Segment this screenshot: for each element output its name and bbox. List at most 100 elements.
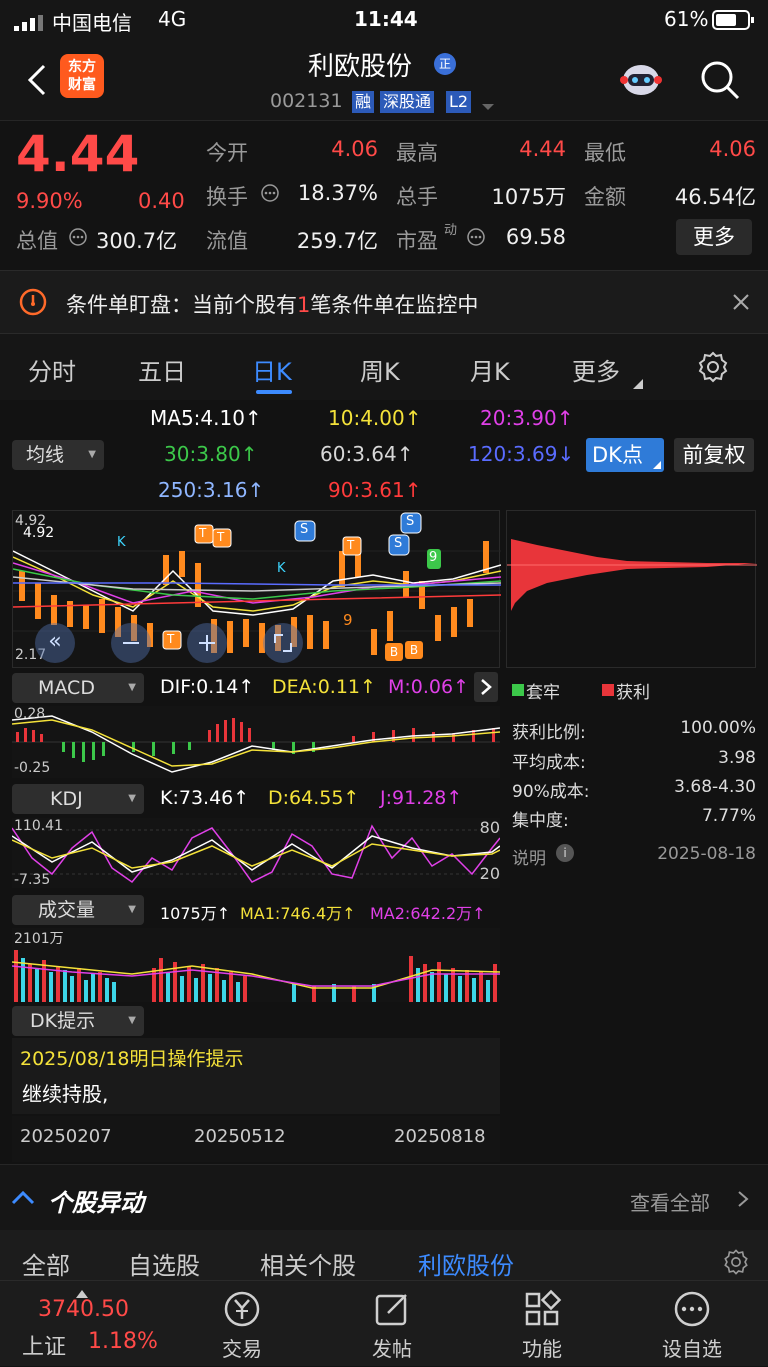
back-icon[interactable]: [24, 60, 52, 100]
stat-turnover-value: 18.37%: [297, 181, 378, 205]
subtab-watchlist[interactable]: 自选股: [128, 1246, 200, 1281]
stat-pe-sup: 动: [444, 223, 458, 238]
chevron-down-icon: ▼: [88, 449, 96, 460]
nine-marker: 9: [429, 550, 438, 565]
corner-triangle-icon: [653, 461, 661, 469]
nav-trade[interactable]: 交易: [192, 1289, 292, 1362]
index-value: 3740.50: [38, 1297, 129, 1322]
ma-selector-label: 均线: [26, 444, 65, 466]
macd-selector-label: MACD: [38, 677, 95, 699]
period-tabs: 分时 五日 日K 周K 月K 更多: [0, 334, 768, 400]
nine-marker: 9: [343, 611, 353, 629]
condition-alert-bar[interactable]: 条件单盯盘：当前个股有1笔条件单在监控中: [0, 270, 768, 334]
kline-chart[interactable]: 4.92 4.92 2.17 T T T T S S S 9 9 K K B B…: [12, 510, 502, 668]
kdj-chart[interactable]: 110.41 -7.35 80 20: [11, 818, 501, 888]
fullscreen-icon[interactable]: [263, 623, 303, 663]
nav-functions-label: 功能: [522, 1337, 562, 1361]
kdj-selector[interactable]: KDJ ▼: [12, 784, 144, 814]
more-button[interactable]: 更多: [676, 219, 752, 255]
close-icon[interactable]: [732, 293, 750, 311]
triangle-up-icon: [76, 1283, 88, 1298]
dk-hint-body: 继续持股,: [22, 1082, 109, 1106]
subtab-related[interactable]: 相关个股: [260, 1246, 356, 1281]
index-name: 上证: [22, 1335, 67, 1360]
zoom-in-icon[interactable]: [187, 623, 227, 663]
tag-level2: L2: [446, 91, 472, 113]
movement-sub-tabs: 全部 自选股 相关个股 利欧股份: [0, 1230, 768, 1280]
legend-profit: 获利: [616, 683, 650, 703]
chip-concentration-label: 集中度:: [512, 811, 569, 831]
total-mv-value: 300.7亿: [96, 229, 178, 253]
brand-logo[interactable]: 东方 财富: [60, 54, 104, 98]
volume-y-top: 2101万: [14, 931, 64, 947]
movement-section-header[interactable]: 个股异动 查看全部: [0, 1164, 768, 1230]
macd-selector[interactable]: MACD ▼: [12, 673, 144, 703]
change-amount: 0.40: [138, 189, 185, 213]
settings-gear-icon[interactable]: [722, 1248, 750, 1276]
k-marker: K: [117, 535, 126, 550]
macd-m: M:0.06↑: [388, 676, 470, 698]
dk-hint-selector[interactable]: DK提示 ▼: [12, 1006, 144, 1036]
total-mv-label: 总值: [16, 229, 58, 253]
network-type: 4G: [158, 7, 187, 31]
info-dots-icon[interactable]: [68, 227, 88, 247]
ma60-label: 60:3.64↑: [320, 442, 414, 466]
stat-open-label: 今开: [206, 141, 248, 165]
sell-marker: S: [406, 514, 415, 529]
dk-point-button[interactable]: DK点: [586, 438, 664, 472]
nav-trade-label: 交易: [222, 1337, 262, 1361]
stat-pe-label: 市盈: [396, 229, 438, 253]
subtab-current-stock[interactable]: 利欧股份: [418, 1246, 514, 1281]
subtab-all[interactable]: 全部: [22, 1246, 70, 1281]
chip-canvas: [507, 539, 757, 611]
battery-icon: [712, 10, 756, 30]
stat-pe-value: 69.58: [505, 225, 566, 249]
nav-functions[interactable]: 功能: [492, 1289, 592, 1362]
stat-float-label: 流值: [206, 229, 248, 253]
tab-weekly-k[interactable]: 周K: [360, 352, 400, 387]
search-icon[interactable]: [698, 58, 742, 102]
view-all-link[interactable]: 查看全部: [630, 1187, 710, 1216]
chevron-down-icon[interactable]: [482, 97, 494, 110]
settings-gear-icon[interactable]: [696, 350, 730, 384]
tab-more[interactable]: 更多: [572, 352, 620, 387]
edit-icon: [372, 1289, 412, 1329]
macd-chart[interactable]: 0.28 -0.25: [11, 706, 501, 778]
zoom-out-icon[interactable]: [111, 623, 151, 663]
ma-selector[interactable]: 均线 ▼: [12, 440, 104, 470]
chip-profit-ratio-value: 100.00%: [680, 718, 756, 738]
chip-avg-cost-value: 3.98: [718, 748, 756, 768]
buy-marker: B: [385, 643, 403, 661]
tab-five-day[interactable]: 五日: [138, 352, 186, 387]
volume-selector[interactable]: 成交量 ▼: [12, 895, 144, 925]
kline-high-marker: 4.92: [23, 525, 55, 541]
stat-turnover-label: 换手: [206, 185, 248, 209]
tab-daily-k[interactable]: 日K: [252, 352, 292, 387]
stat-volume-label: 总手: [396, 185, 438, 209]
alert-text-prefix: 条件单盯盘：当前个股有: [66, 293, 297, 317]
top-bar: 东方 财富 利欧股份 正 002131 融 深股通 L2: [0, 40, 768, 120]
adjust-button[interactable]: 前复权: [674, 438, 754, 472]
info-dots-icon[interactable]: [260, 183, 280, 203]
scroll-left-icon[interactable]: «: [35, 623, 75, 663]
chip-distribution-chart[interactable]: [506, 510, 757, 668]
info-dots-icon[interactable]: [466, 227, 486, 247]
chevron-right-icon[interactable]: [474, 672, 498, 702]
ma20-label: 20:3.90↑: [480, 406, 574, 430]
robot-assistant-icon[interactable]: [618, 58, 664, 102]
last-price: 4.44: [16, 125, 140, 183]
chevron-down-icon: ▼: [128, 682, 136, 693]
nav-post[interactable]: 发帖: [342, 1289, 442, 1362]
nav-add-watchlist[interactable]: 设自选: [642, 1289, 742, 1362]
tag-margin: 融: [352, 91, 375, 113]
tab-intraday[interactable]: 分时: [28, 352, 76, 387]
index-ticker[interactable]: 3740.50 上证 1.18%: [0, 1281, 160, 1367]
kdj-selector-label: KDJ: [50, 788, 83, 810]
stock-name: 利欧股份: [308, 52, 413, 82]
chip-note-date: 2025-08-18: [657, 844, 756, 864]
info-icon[interactable]: i: [556, 844, 574, 862]
tab-monthly-k[interactable]: 月K: [470, 352, 510, 387]
chip-stats: 套牢 获利 获利比例: 100.00% 平均成本: 3.98 90%成本: 3.…: [512, 678, 756, 869]
volume-chart[interactable]: 2101万: [11, 928, 501, 1002]
volume-ma1: MA1:746.4万↑: [240, 904, 356, 923]
